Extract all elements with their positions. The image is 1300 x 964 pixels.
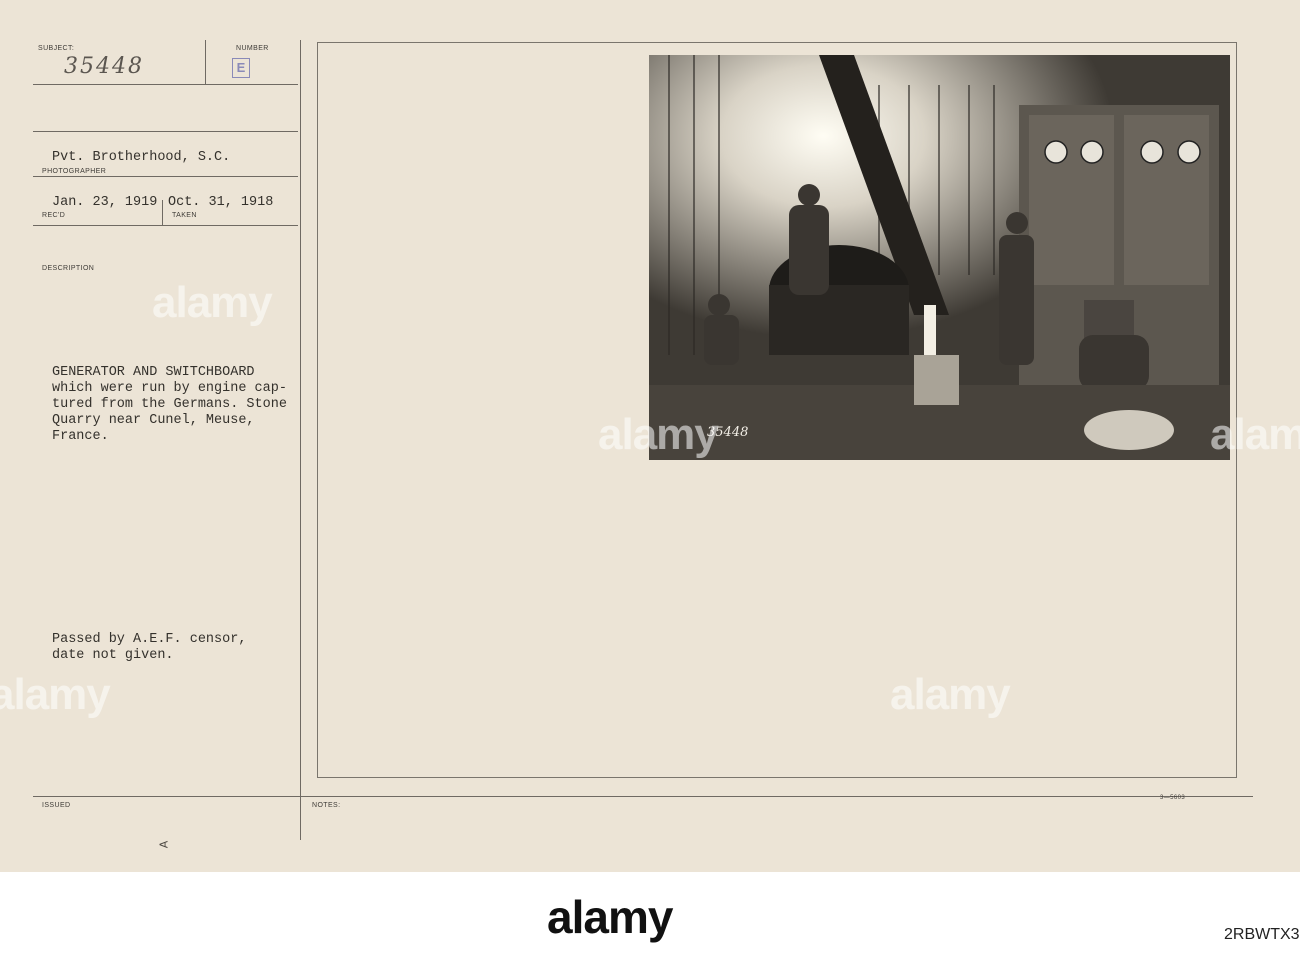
description-line: GENERATOR AND SWITCHBOARD [52,365,255,380]
watermark: alamy [0,670,111,719]
brand-logo: alamy [547,891,673,943]
watermark: alamy [598,410,719,459]
censor-line: Passed by A.E.F. censor, [52,632,247,647]
number-stamp: E [232,58,250,78]
notes-label: NOTES: [312,802,341,809]
description-line: which were run by engine cap- [52,381,287,396]
subject-number-handwritten: 35448 [64,54,144,79]
taken-label: TAKEN [172,212,197,219]
subject-label: SUBJECT: [38,45,75,52]
censor-line: date not given. [52,648,174,663]
watermark: alamy [152,278,273,327]
issued-label: ISSUED [42,802,71,809]
received-date: Jan. 23, 1919 [52,195,158,210]
rule-column-divider [300,40,301,840]
description-line: France. [52,429,109,444]
rule-photographer-top [33,131,298,132]
description-label: DESCRIPTION [42,265,95,272]
historical-photograph: 35448 [649,55,1230,460]
rule-photographer-bottom [33,176,298,177]
watermark: alamy [1210,410,1300,459]
rule-subject-divider [205,40,206,84]
rule-dates [33,225,298,226]
archive-record-card: SUBJECT: NUMBER 35448 E Pvt. Brotherhood… [0,0,1300,872]
rule-dates-divider [162,200,163,226]
image-id: 2RBWTX3 [1224,926,1300,943]
received-label: REC'D [42,212,66,219]
censor-note: Passed by A.E.F. censor, date not given. [52,632,246,664]
number-label: NUMBER [236,45,269,52]
description-line: Quarry near Cunel, Meuse, [52,413,255,428]
photo-scene [649,55,1230,460]
watermark: alamy [890,670,1011,719]
taken-date: Oct. 31, 1918 [168,195,274,210]
form-code: 3—5603 [1160,795,1186,801]
description-line: tured from the Germans. Stone [52,397,287,412]
description-text: GENERATOR AND SWITCHBOARD which were run… [52,365,287,445]
photographer-label: PHOTOGRAPHER [42,168,107,175]
rule-subject [33,84,298,85]
bottom-mark: A [157,840,171,849]
rule-issued [33,796,1253,797]
photographer-name: Pvt. Brotherhood, S.C. [52,150,231,165]
